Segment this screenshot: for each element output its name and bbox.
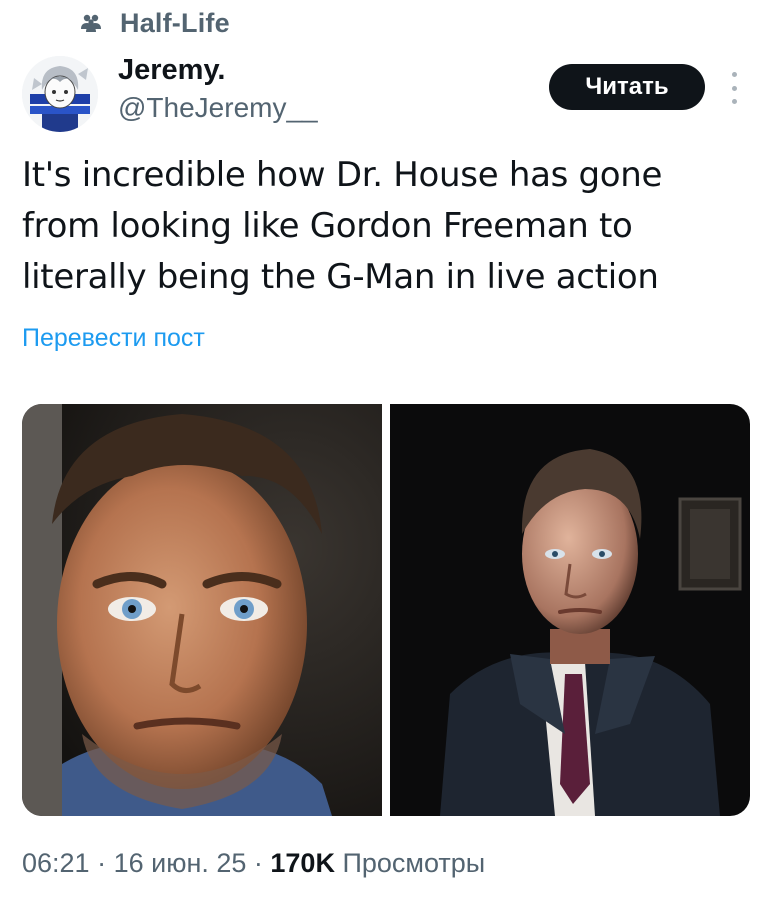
closeup-portrait-image bbox=[22, 404, 382, 816]
translate-post-link[interactable]: Перевести пост bbox=[22, 322, 205, 354]
views-label: Просмотры bbox=[342, 848, 486, 878]
tweet-meta: 06:21 · 16 июн. 25 · 170K Просмотры bbox=[22, 846, 485, 880]
community-name: Half-Life bbox=[120, 7, 230, 38]
media-photo-1[interactable] bbox=[22, 404, 382, 816]
more-dot bbox=[731, 99, 737, 104]
meta-separator: · bbox=[246, 848, 271, 878]
post-time[interactable]: 06:21 bbox=[22, 848, 90, 878]
more-dot bbox=[731, 72, 737, 77]
display-name[interactable]: Jeremy. bbox=[118, 52, 318, 88]
views-count: 170K bbox=[270, 848, 335, 878]
follow-button[interactable]: Читать bbox=[549, 64, 705, 110]
tweet-text-line: from looking like Gordon Freeman to bbox=[22, 206, 633, 246]
user-handle[interactable]: @TheJeremy__ bbox=[118, 90, 318, 126]
tweet-text: It's incredible how Dr. House has gone f… bbox=[22, 150, 752, 303]
suit-portrait-image bbox=[390, 404, 750, 816]
community-context[interactable]: Half-Life bbox=[80, 6, 230, 40]
anime-avatar-image bbox=[22, 56, 98, 132]
more-vertical-icon[interactable] bbox=[722, 68, 746, 108]
post-date[interactable]: 16 июн. 25 bbox=[114, 848, 247, 878]
media-gallery bbox=[22, 404, 750, 816]
meta-separator: · bbox=[89, 848, 114, 878]
tweet-text-line: It's incredible how Dr. House has gone bbox=[22, 155, 663, 195]
user-info[interactable]: Jeremy. @TheJeremy__ bbox=[118, 52, 318, 126]
avatar[interactable] bbox=[22, 56, 98, 132]
community-people-icon bbox=[81, 14, 101, 32]
tweet-text-line: literally being the G-Man in live action bbox=[22, 257, 659, 297]
more-dot bbox=[731, 85, 737, 91]
tweet-page: Half-Life Jeremy. @TheJeremy__ Читать It… bbox=[0, 0, 772, 900]
media-photo-2[interactable] bbox=[390, 404, 750, 816]
